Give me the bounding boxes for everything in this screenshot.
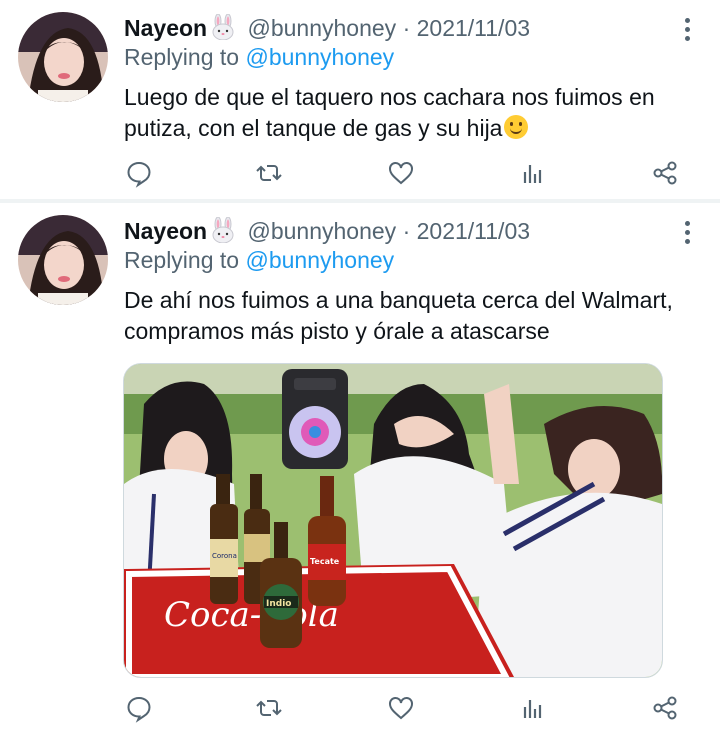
tweet-text-body: Luego de que el taquero nos cachara nos … [124, 84, 655, 141]
tweet-actions [124, 158, 684, 188]
svg-text:Tecate: Tecate [310, 557, 340, 566]
like-icon[interactable] [386, 158, 416, 188]
replying-to-line: Replying to @bunnyhoney [124, 43, 394, 71]
tweet-media-image[interactable]: Coca-Cola Corona Indio Tecate [123, 363, 663, 678]
tweet-actions [124, 693, 684, 723]
tweet-date[interactable]: 2021/11/03 [417, 15, 530, 41]
tweet-2[interactable]: Nayeon @bunnyhoney · 2021/11/03 Replying… [0, 203, 720, 730]
retweet-icon[interactable] [254, 158, 284, 188]
share-icon[interactable] [650, 693, 680, 723]
views-icon[interactable] [518, 693, 548, 723]
tweet-text: De ahí nos fuimos a una banqueta cerca d… [124, 287, 673, 344]
tweet-header: Nayeon @bunnyhoney · 2021/11/03 [124, 216, 530, 245]
display-name[interactable]: Nayeon [124, 15, 207, 41]
reply-icon[interactable] [124, 158, 154, 188]
like-icon[interactable] [386, 693, 416, 723]
avatar[interactable] [18, 215, 108, 305]
avatar[interactable] [18, 12, 108, 102]
smiling-face-icon [504, 115, 529, 139]
tweet-text: Luego de que el taquero nos cachara nos … [124, 82, 704, 144]
display-name[interactable]: Nayeon [124, 218, 207, 244]
reply-icon[interactable] [124, 693, 154, 723]
replying-to-handle[interactable]: @bunnyhoney [245, 247, 394, 273]
user-handle[interactable]: @bunnyhoney [247, 15, 396, 41]
tweet-date[interactable]: 2021/11/03 [417, 218, 530, 244]
replying-to-label: Replying to [124, 247, 240, 273]
user-handle[interactable]: @bunnyhoney [247, 218, 396, 244]
rabbit-icon [209, 216, 237, 244]
svg-text:Indio: Indio [266, 599, 291, 609]
svg-text:Corona: Corona [212, 552, 237, 560]
replying-to-handle[interactable]: @bunnyhoney [245, 44, 394, 70]
views-icon[interactable] [518, 158, 548, 188]
replying-to-label: Replying to [124, 44, 240, 70]
share-icon[interactable] [650, 158, 680, 188]
separator-dot: · [402, 218, 411, 244]
retweet-icon[interactable] [254, 693, 284, 723]
more-options-icon[interactable] [684, 221, 692, 245]
rabbit-icon [209, 13, 237, 41]
tweet-header: Nayeon @bunnyhoney · 2021/11/03 [124, 13, 530, 42]
more-options-icon[interactable] [684, 18, 692, 42]
separator-dot: · [402, 15, 411, 41]
tweet-1[interactable]: Nayeon @bunnyhoney · 2021/11/03 Replying… [0, 0, 720, 199]
replying-to-line: Replying to @bunnyhoney [124, 246, 394, 274]
